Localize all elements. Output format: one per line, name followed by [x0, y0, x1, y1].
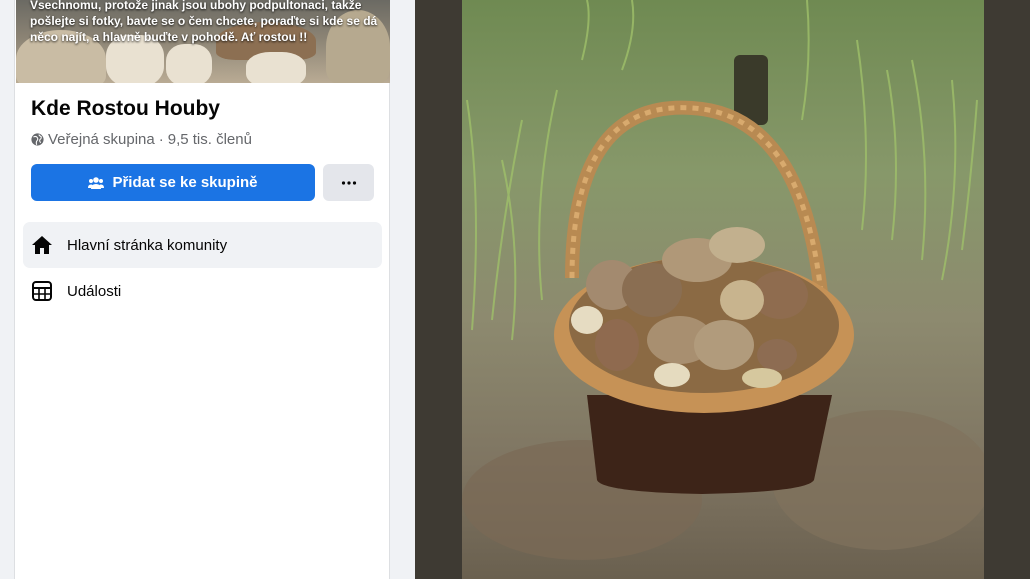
home-icon — [32, 236, 52, 254]
mushroom-stem — [166, 44, 212, 83]
calendar-icon — [32, 281, 52, 301]
group-meta: Veřejná skupina · 9,5 tis. členů — [31, 131, 252, 148]
mushroom-basket-photo — [462, 0, 984, 560]
cover-caption: Vsechnomu, protože jinak jsou ubohy podp… — [30, 0, 378, 44]
nav-item-events[interactable]: Události — [23, 268, 382, 314]
mushroom-stem — [246, 52, 306, 83]
photo-viewer — [415, 0, 1030, 579]
group-privacy: Veřejná skupina — [48, 131, 155, 148]
post-photo[interactable] — [462, 0, 984, 579]
nav-item-community-home[interactable]: Hlavní stránka komunity — [23, 222, 382, 268]
group-cover-photo[interactable]: Vsechnomu, protože jinak jsou ubohy podp… — [16, 0, 390, 83]
group-members-icon — [88, 176, 105, 189]
meta-separator: · — [158, 131, 164, 148]
group-sidebar: Vsechnomu, protože jinak jsou ubohy podp… — [14, 0, 390, 579]
nav-item-label: Hlavní stránka komunity — [67, 236, 228, 254]
globe-icon — [31, 133, 44, 146]
join-button-label: Přidat se ke skupině — [112, 174, 258, 191]
group-member-count[interactable]: 9,5 tis. členů — [168, 131, 252, 148]
join-group-button[interactable]: Přidat se ke skupině — [31, 164, 315, 201]
more-options-button[interactable] — [323, 164, 374, 201]
group-title[interactable]: Kde Rostou Houby — [31, 97, 220, 121]
more-dots-icon — [341, 180, 356, 185]
nav-item-label: Události — [67, 282, 122, 300]
